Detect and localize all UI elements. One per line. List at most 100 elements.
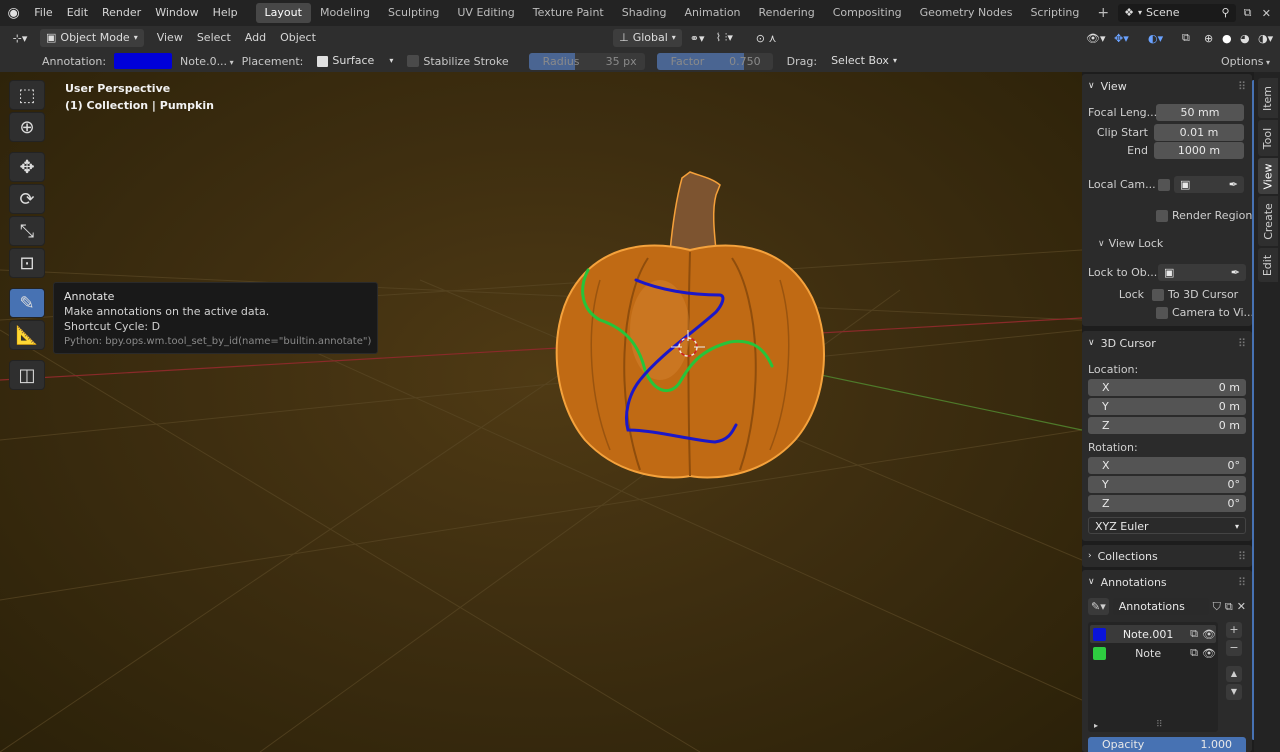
transform-orientation-dropdown[interactable]: ⊥ Global ▾ [613,29,682,47]
cursor-rotation-x-field[interactable]: X 0° [1088,457,1246,474]
blender-logo-icon[interactable]: ◉ [0,5,27,21]
visibility-icon[interactable]: 👁▾ [1086,32,1114,45]
tab-rendering[interactable]: Rendering [750,3,824,23]
eyedropper-icon[interactable]: ✒ [1229,176,1238,193]
view-lock-label[interactable]: View Lock [1109,237,1164,250]
drag-dropdown[interactable]: Select Box ▾ [825,52,903,70]
lock-to-3d-cursor-checkbox[interactable] [1152,288,1164,301]
mode-dropdown[interactable]: ▣ Object Mode ▾ [40,29,144,47]
transform-tool-icon[interactable]: ⊡ [9,248,45,278]
tab-create[interactable]: Create [1258,196,1278,246]
render-region-checkbox[interactable] [1156,209,1168,222]
header-menu-view[interactable]: View [150,27,190,49]
menu-render[interactable]: Render [95,2,148,24]
shading-solid-icon[interactable]: ● [1222,32,1240,45]
3d-cursor-panel-header[interactable]: ∨ 3D Cursor ⠿ [1082,331,1252,355]
tab-compositing[interactable]: Compositing [824,3,911,23]
layer-color-swatch[interactable] [1093,627,1106,641]
focal-length-field[interactable]: 50 mm [1156,104,1244,121]
tab-layout[interactable]: Layout [255,3,311,23]
local-camera-checkbox[interactable] [1158,178,1170,191]
add-cube-tool-icon[interactable]: ◫ [9,360,45,390]
collections-panel-header[interactable]: › Collections ⠿ [1082,545,1252,567]
menu-window[interactable]: Window [148,2,205,24]
annotation-note-dropdown[interactable]: Note.0... ▾ [180,55,234,68]
options-dropdown[interactable]: Options ▾ [1221,55,1270,68]
layer-row[interactable]: Note ⧉ 👁 [1090,644,1216,662]
layer-color-swatch[interactable] [1093,646,1106,660]
list-expand-icon[interactable]: ▸ [1094,721,1098,730]
cursor-rotation-y-field[interactable]: Y 0° [1088,476,1246,493]
duplicate-icon[interactable]: ⧉ [1225,600,1233,614]
menu-edit[interactable]: Edit [60,2,95,24]
scene-selector[interactable]: ❖ ▾ Scene ⚲ [1118,4,1236,22]
xray-icon[interactable]: ⧉ [1182,31,1204,45]
cursor-location-x-field[interactable]: X 0 m [1088,379,1246,396]
fake-user-icon[interactable]: ⛉ [1213,600,1221,614]
onion-skin-icon[interactable]: ⧉ [1190,646,1198,660]
cursor-location-y-field[interactable]: Y 0 m [1088,398,1246,415]
onion-skin-icon[interactable]: ⧉ [1190,627,1198,641]
measure-tool-icon[interactable]: 📐 [9,320,45,350]
gizmo-icon[interactable]: ✥▾ [1114,32,1148,45]
header-menu-select[interactable]: Select [190,27,238,49]
drag-handle-icon[interactable]: ⠿ [1238,337,1252,350]
tab-edit[interactable]: Edit [1258,248,1278,282]
pumpkin-model[interactable] [555,171,825,479]
cursor-tool-icon[interactable]: ⊕ [9,112,45,142]
move-layer-down-button[interactable]: ▼ [1226,684,1242,700]
new-scene-icon[interactable]: ⧉ [1244,6,1262,20]
factor-slider[interactable]: Factor 0.750 [656,52,773,70]
tab-scripting[interactable]: Scripting [1021,3,1088,23]
layer-name[interactable]: Note [1110,647,1186,660]
header-menu-object[interactable]: Object [273,27,323,49]
rotate-tool-icon[interactable]: ⟳ [9,184,45,214]
eye-icon[interactable]: 👁 [1202,628,1216,641]
shading-rendered-icon[interactable]: ◑▾ [1258,32,1280,45]
proportional-edit-icon[interactable]: ⊙ ⋏ [756,32,796,45]
camera-to-view-checkbox[interactable] [1156,306,1168,319]
add-layer-button[interactable]: + [1226,622,1242,638]
tab-geometry-nodes[interactable]: Geometry Nodes [911,3,1022,23]
eyedropper-icon[interactable]: ✒ [1231,264,1240,281]
tab-tool[interactable]: Tool [1258,120,1278,156]
annotation-color-swatch[interactable] [114,53,173,69]
stabilize-stroke-checkbox[interactable] [407,55,420,67]
tab-sculpting[interactable]: Sculpting [379,3,448,23]
tab-view[interactable]: View [1258,158,1278,194]
annotations-panel-header[interactable]: ∨ Annotations ⠿ [1082,570,1252,594]
tab-modeling[interactable]: Modeling [311,3,379,23]
pivot-icon[interactable]: ⚭▾ [690,32,716,45]
cursor-location-z-field[interactable]: Z 0 m [1088,417,1246,434]
list-resize-handle-icon[interactable]: ⠿ [1156,720,1163,730]
cursor-rotation-z-field[interactable]: Z 0° [1088,495,1246,512]
menu-file[interactable]: File [27,2,59,24]
annotation-datablock-icon[interactable]: ✎▾ [1088,598,1109,615]
move-layer-up-button[interactable]: ▲ [1226,666,1242,682]
snap-icon[interactable]: ⌇ ⫶▾ [716,31,756,45]
scale-tool-icon[interactable]: ⤡ [9,216,45,246]
eye-icon[interactable]: 👁 [1202,647,1216,660]
tab-item[interactable]: Item [1258,78,1278,118]
drag-handle-icon[interactable]: ⠿ [1238,80,1252,93]
tab-uv-editing[interactable]: UV Editing [448,3,523,23]
drag-handle-icon[interactable]: ⠿ [1238,576,1252,589]
clip-start-field[interactable]: 0.01 m [1154,124,1244,141]
layer-row[interactable]: Note.001 ⧉ 👁 [1090,625,1216,643]
3d-viewport[interactable] [0,72,1082,752]
menu-help[interactable]: Help [206,2,245,24]
remove-layer-button[interactable]: − [1226,640,1242,656]
radius-slider[interactable]: Radius 35 px [528,52,645,70]
shading-wireframe-icon[interactable]: ⊕ [1204,32,1222,45]
tab-animation[interactable]: Animation [675,3,749,23]
pin-icon[interactable]: ⚲ [1222,4,1230,22]
add-workspace-button[interactable]: + [1088,3,1118,23]
placement-dropdown[interactable]: Surface ▾ [311,52,400,70]
drag-handle-icon[interactable]: ⠿ [1238,550,1252,563]
move-tool-icon[interactable]: ✥ [9,152,45,182]
rotation-mode-dropdown[interactable]: XYZ Euler ▾ [1088,517,1246,534]
header-menu-add[interactable]: Add [238,27,273,49]
opacity-slider[interactable]: Opacity 1.000 [1088,737,1246,752]
unlink-icon[interactable]: ✕ [1237,600,1246,613]
local-camera-field[interactable]: ▣ ✒ [1174,176,1244,193]
